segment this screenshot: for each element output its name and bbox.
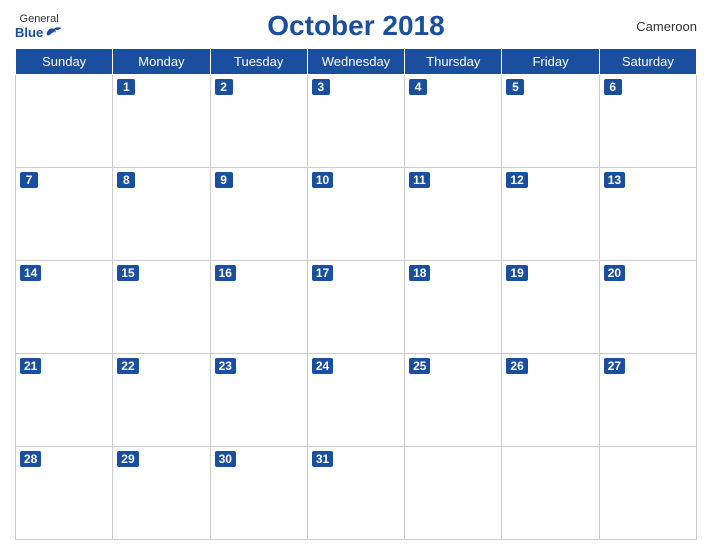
day-header-saturday: Saturday — [599, 49, 696, 75]
calendar-week-3: 14 15 16 17 18 19 20 — [16, 261, 697, 354]
calendar-cell: 8 — [113, 168, 210, 261]
day-number: 18 — [409, 265, 430, 281]
day-header-tuesday: Tuesday — [210, 49, 307, 75]
day-number: 15 — [117, 265, 138, 281]
day-header-monday: Monday — [113, 49, 210, 75]
day-number: 20 — [604, 265, 625, 281]
day-number: 23 — [215, 358, 236, 374]
calendar-cell: 20 — [599, 261, 696, 354]
day-number: 13 — [604, 172, 625, 188]
calendar-cell: 13 — [599, 168, 696, 261]
calendar-week-4: 21 22 23 24 25 26 27 — [16, 354, 697, 447]
calendar-cell: 12 — [502, 168, 599, 261]
day-number: 6 — [604, 79, 622, 95]
day-header-thursday: Thursday — [405, 49, 502, 75]
day-number: 26 — [506, 358, 527, 374]
calendar-cell: 28 — [16, 447, 113, 540]
calendar-cell: 5 — [502, 75, 599, 168]
day-number: 4 — [409, 79, 427, 95]
calendar-cell: 22 — [113, 354, 210, 447]
day-number: 21 — [20, 358, 41, 374]
calendar-cell: 16 — [210, 261, 307, 354]
page-title: October 2018 — [267, 10, 444, 42]
logo-general-text: General — [20, 13, 59, 25]
calendar-cell — [405, 447, 502, 540]
calendar-cell: 25 — [405, 354, 502, 447]
calendar-cell: 15 — [113, 261, 210, 354]
calendar-cell: 10 — [307, 168, 404, 261]
calendar-cell: 26 — [502, 354, 599, 447]
calendar-cell: 24 — [307, 354, 404, 447]
country-label: Cameroon — [636, 19, 697, 34]
day-number: 27 — [604, 358, 625, 374]
calendar-cell: 3 — [307, 75, 404, 168]
calendar-cell: 31 — [307, 447, 404, 540]
day-number: 24 — [312, 358, 333, 374]
day-number: 11 — [409, 172, 430, 188]
calendar-header: General Blue October 2018 Cameroon — [15, 10, 697, 42]
day-number: 7 — [20, 172, 38, 188]
calendar-cell: 18 — [405, 261, 502, 354]
day-number: 22 — [117, 358, 138, 374]
calendar-week-5: 28 29 30 31 — [16, 447, 697, 540]
calendar-cell: 29 — [113, 447, 210, 540]
calendar-cell: 23 — [210, 354, 307, 447]
calendar-cell: 19 — [502, 261, 599, 354]
calendar-header-row: SundayMondayTuesdayWednesdayThursdayFrid… — [16, 49, 697, 75]
calendar-week-1: 1 2 3 4 5 6 — [16, 75, 697, 168]
day-number: 28 — [20, 451, 41, 467]
calendar-cell — [599, 447, 696, 540]
calendar-cell: 11 — [405, 168, 502, 261]
calendar-cell: 4 — [405, 75, 502, 168]
day-number: 16 — [215, 265, 236, 281]
calendar-cell — [16, 75, 113, 168]
logo: General Blue — [15, 13, 63, 40]
calendar-cell: 6 — [599, 75, 696, 168]
day-number: 30 — [215, 451, 236, 467]
calendar-cell: 17 — [307, 261, 404, 354]
logo-blue-text: Blue — [15, 25, 63, 40]
day-number: 31 — [312, 451, 333, 467]
day-number: 17 — [312, 265, 333, 281]
day-number: 10 — [312, 172, 333, 188]
logo-bird-icon — [45, 25, 63, 39]
day-number: 12 — [506, 172, 527, 188]
day-number: 14 — [20, 265, 41, 281]
calendar-week-2: 7 8 9 10 11 12 13 — [16, 168, 697, 261]
day-number: 25 — [409, 358, 430, 374]
calendar-cell: 2 — [210, 75, 307, 168]
calendar-cell: 21 — [16, 354, 113, 447]
calendar-cell: 30 — [210, 447, 307, 540]
day-header-sunday: Sunday — [16, 49, 113, 75]
day-number: 8 — [117, 172, 135, 188]
day-number: 5 — [506, 79, 524, 95]
day-number: 9 — [215, 172, 233, 188]
day-number: 3 — [312, 79, 330, 95]
calendar-cell: 9 — [210, 168, 307, 261]
calendar-cell: 7 — [16, 168, 113, 261]
calendar-cell: 14 — [16, 261, 113, 354]
day-header-wednesday: Wednesday — [307, 49, 404, 75]
day-number: 29 — [117, 451, 138, 467]
calendar-cell: 27 — [599, 354, 696, 447]
calendar-table: SundayMondayTuesdayWednesdayThursdayFrid… — [15, 48, 697, 540]
calendar-cell: 1 — [113, 75, 210, 168]
day-number: 2 — [215, 79, 233, 95]
day-header-friday: Friday — [502, 49, 599, 75]
calendar-cell — [502, 447, 599, 540]
day-number: 1 — [117, 79, 135, 95]
day-number: 19 — [506, 265, 527, 281]
